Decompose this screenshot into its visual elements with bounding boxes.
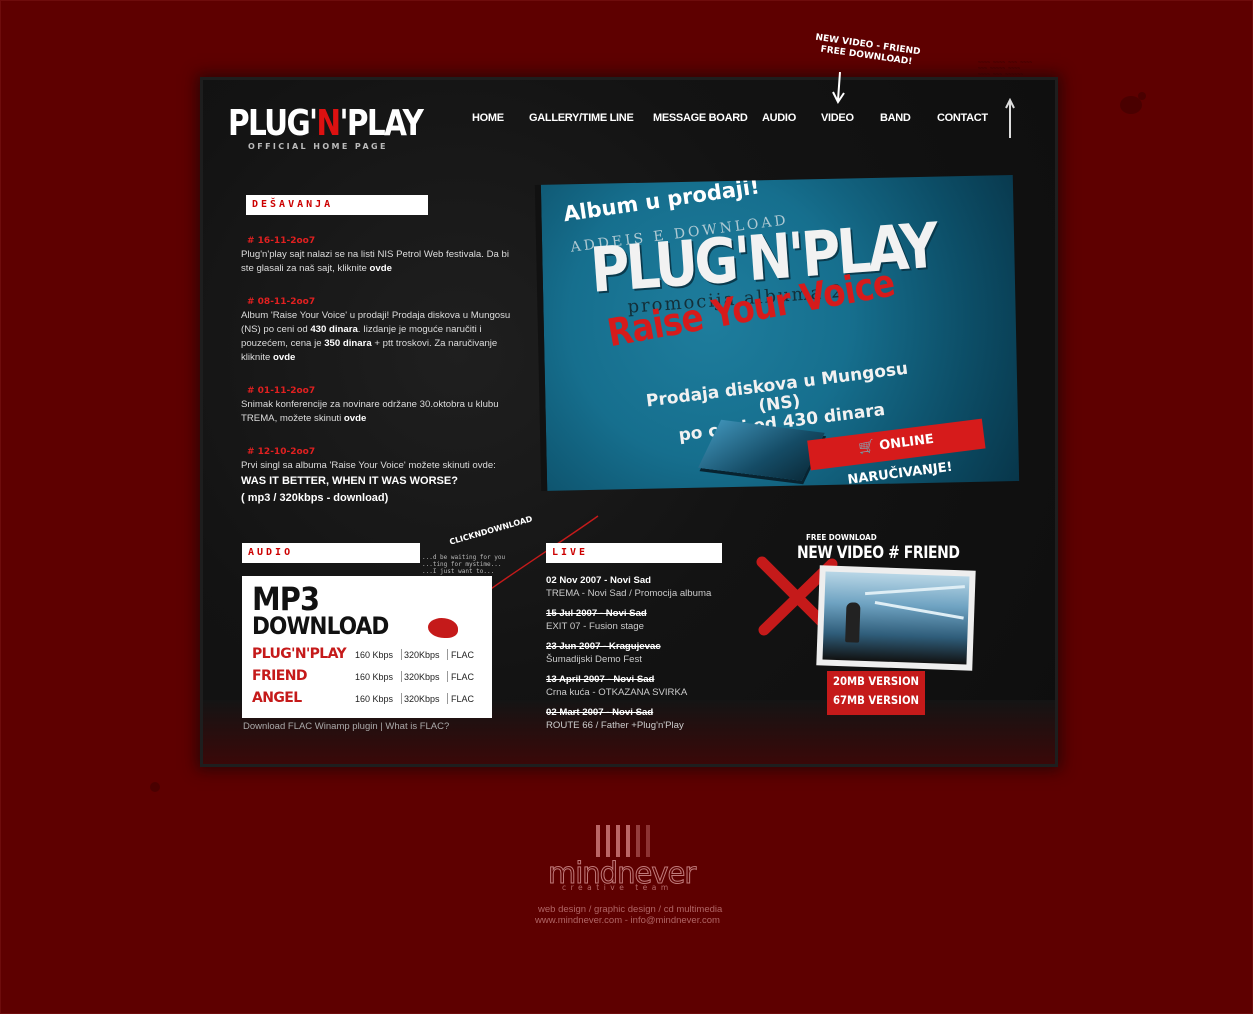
news-item: # 08-11-2oo7 Album 'Raise Your Voice' u …	[241, 295, 513, 365]
news-link[interactable]: ovde	[273, 352, 295, 363]
online-order-button[interactable]: 🛒 ONLINE NARUČIVANJE!	[807, 418, 986, 488]
live-desc: EXIT 07 - Fusion stage	[546, 621, 644, 632]
news-text: Prvi singl sa albuma 'Raise Your Voice' …	[241, 460, 496, 471]
flac-separator: |	[380, 721, 383, 732]
live-desc: TREMA - Novi Sad / Promocija albuma	[546, 588, 712, 599]
audio-row: PLUG'N'PLAY 160 Kbps 320Kbps FLAC	[252, 646, 488, 664]
video-thumbnail[interactable]	[816, 565, 976, 671]
album-banner[interactable]: Album u prodaji! ADDEIS E DOWNLOAD PLUG'…	[534, 175, 1020, 491]
download-flac[interactable]: FLAC	[451, 672, 474, 682]
download-160[interactable]: 160 Kbps	[355, 672, 393, 682]
new-video-note[interactable]: NEW VIDEO - FRIEND FREE DOWNLOAD!	[811, 32, 923, 69]
footer-services: web design / graphic design / cd multime…	[538, 904, 723, 915]
nav-band[interactable]: BAND	[880, 112, 911, 124]
download-160[interactable]: 160 Kbps	[355, 650, 393, 660]
video-free-label: FREE DOWNLOAD	[806, 533, 877, 542]
scroll-up-icon[interactable]	[1004, 98, 1016, 140]
download-320[interactable]: 320Kbps	[404, 694, 440, 704]
nav-contact[interactable]: CONTACT	[937, 112, 988, 124]
audio-row: FRIEND 160 Kbps 320Kbps FLAC	[252, 668, 488, 686]
arrow-down-icon	[832, 72, 845, 104]
news-date: # 12-10-2oo7	[247, 447, 316, 457]
download-title: DOWNLOAD	[252, 612, 389, 640]
site-logo[interactable]: PLUG'N'PLAY OFFICIAL HOME PAGE	[228, 103, 465, 152]
live-item[interactable]: 02 Nov 2007 - Novi Sad TREMA - Novi Sad …	[546, 575, 746, 608]
live-header: LIVE	[546, 543, 722, 563]
live-item[interactable]: 23 Jun 2007 - Kragujevac Šumadijski Demo…	[546, 641, 746, 674]
live-item[interactable]: 02 Mart 2007 - Novi Sad ROUTE 66 / Fathe…	[546, 707, 746, 740]
video-title: NEW VIDEO # FRIEND	[797, 543, 960, 563]
figure-silhouette	[845, 602, 861, 643]
news-price: 430 dinara	[310, 324, 358, 335]
nav-video[interactable]: VIDEO	[821, 112, 854, 124]
news-price: 350 dinara	[324, 338, 372, 349]
news-date: # 16-11-2oo7	[247, 236, 316, 246]
song-name: PLUG'N'PLAY	[252, 646, 347, 662]
news-item: # 01-11-2oo7 Snimak konferencije za novi…	[241, 384, 513, 426]
song-name: FRIEND	[252, 668, 307, 684]
download-320[interactable]: 320Kbps	[404, 672, 440, 682]
news-item: # 16-11-2oo7 Plug'n'play sajt nalazi se …	[241, 234, 513, 276]
desavanja-header: DEŠAVANJA	[246, 195, 428, 215]
download-flac[interactable]: FLAC	[451, 650, 474, 660]
live-date: 02 Nov 2007 - Novi Sad	[546, 575, 652, 586]
mindnever-tagline: creative team	[562, 883, 673, 892]
live-item[interactable]: 15 Jul 2007 - Novi Sad EXIT 07 - Fusion …	[546, 608, 746, 641]
download-160[interactable]: 160 Kbps	[355, 694, 393, 704]
live-date: 13 April 2007 - Novi Sad	[546, 674, 655, 685]
nav-gallery[interactable]: GALLERY/TIME LINE	[529, 112, 634, 124]
red-paint-blob	[428, 618, 458, 638]
news-date: # 01-11-2oo7	[247, 386, 316, 396]
background-scribble: ~~~~ ~~~~ ~~~ ~~~~ ~~~ ~~~~~ ~~~~ ~~~~ ~~~…	[978, 60, 1033, 78]
video-versions: 20MB VERSION 67MB VERSION	[827, 671, 925, 715]
news-text: Snimak konferencije za novinare održane …	[241, 399, 499, 424]
nav-message-board[interactable]: MESSAGE BOARD	[653, 112, 748, 124]
nav-home[interactable]: HOME	[472, 112, 504, 124]
download-320[interactable]: 320Kbps	[404, 650, 440, 660]
audio-row: ANGEL 160 Kbps 320Kbps FLAC	[252, 690, 488, 708]
live-list: 02 Nov 2007 - Novi Sad TREMA - Novi Sad …	[546, 575, 746, 740]
live-date: 15 Jul 2007 - Novi Sad	[546, 608, 647, 619]
logo-subtitle: OFFICIAL HOME PAGE	[248, 142, 388, 151]
ink-splatter	[150, 782, 160, 792]
news-item: # 12-10-2oo7 Prvi singl sa albuma 'Raise…	[241, 445, 513, 473]
live-desc: Crna kuća - OTKAZANA SVIRKA	[546, 687, 688, 698]
news-link[interactable]: ovde	[370, 263, 392, 274]
cart-icon: 🛒	[857, 439, 876, 457]
news-link[interactable]: ovde	[344, 413, 366, 424]
audio-header: AUDIO	[242, 543, 420, 563]
video-67mb-link[interactable]: 67MB VERSION	[833, 693, 919, 707]
song-name: ANGEL	[252, 690, 302, 706]
footer-contact[interactable]: www.mindnever.com - info@mindnever.com	[535, 915, 720, 926]
live-item[interactable]: 13 April 2007 - Novi Sad Crna kuća - OTK…	[546, 674, 746, 707]
news-date: # 08-11-2oo7	[247, 297, 316, 307]
flac-plugin-link[interactable]: Download FLAC Winamp plugin	[243, 721, 378, 732]
what-is-flac-link[interactable]: What is FLAC?	[385, 721, 449, 732]
mp3-download-box: MP3 DOWNLOAD PLUG'N'PLAY 160 Kbps 320Kbp…	[242, 576, 492, 718]
live-desc: ROUTE 66 / Father +Plug'n'Play	[546, 720, 684, 731]
video-20mb-link[interactable]: 20MB VERSION	[833, 674, 919, 688]
live-date: 23 Jun 2007 - Kragujevac	[546, 641, 661, 652]
single-download-link[interactable]: ( mp3 / 320kbps - download)	[241, 492, 388, 504]
single-title-link[interactable]: WAS IT BETTER, WHEN IT WAS WORSE?	[241, 475, 458, 487]
flac-links: Download FLAC Winamp plugin | What is FL…	[243, 721, 449, 732]
nav-audio[interactable]: AUDIO	[762, 112, 796, 124]
logo-wordmark: PLUG'N'PLAY	[228, 103, 424, 144]
ink-splatter	[1138, 92, 1146, 100]
live-desc: Šumadijski Demo Fest	[546, 654, 642, 665]
download-flac[interactable]: FLAC	[451, 694, 474, 704]
live-date: 02 Mart 2007 - Novi Sad	[546, 707, 654, 718]
